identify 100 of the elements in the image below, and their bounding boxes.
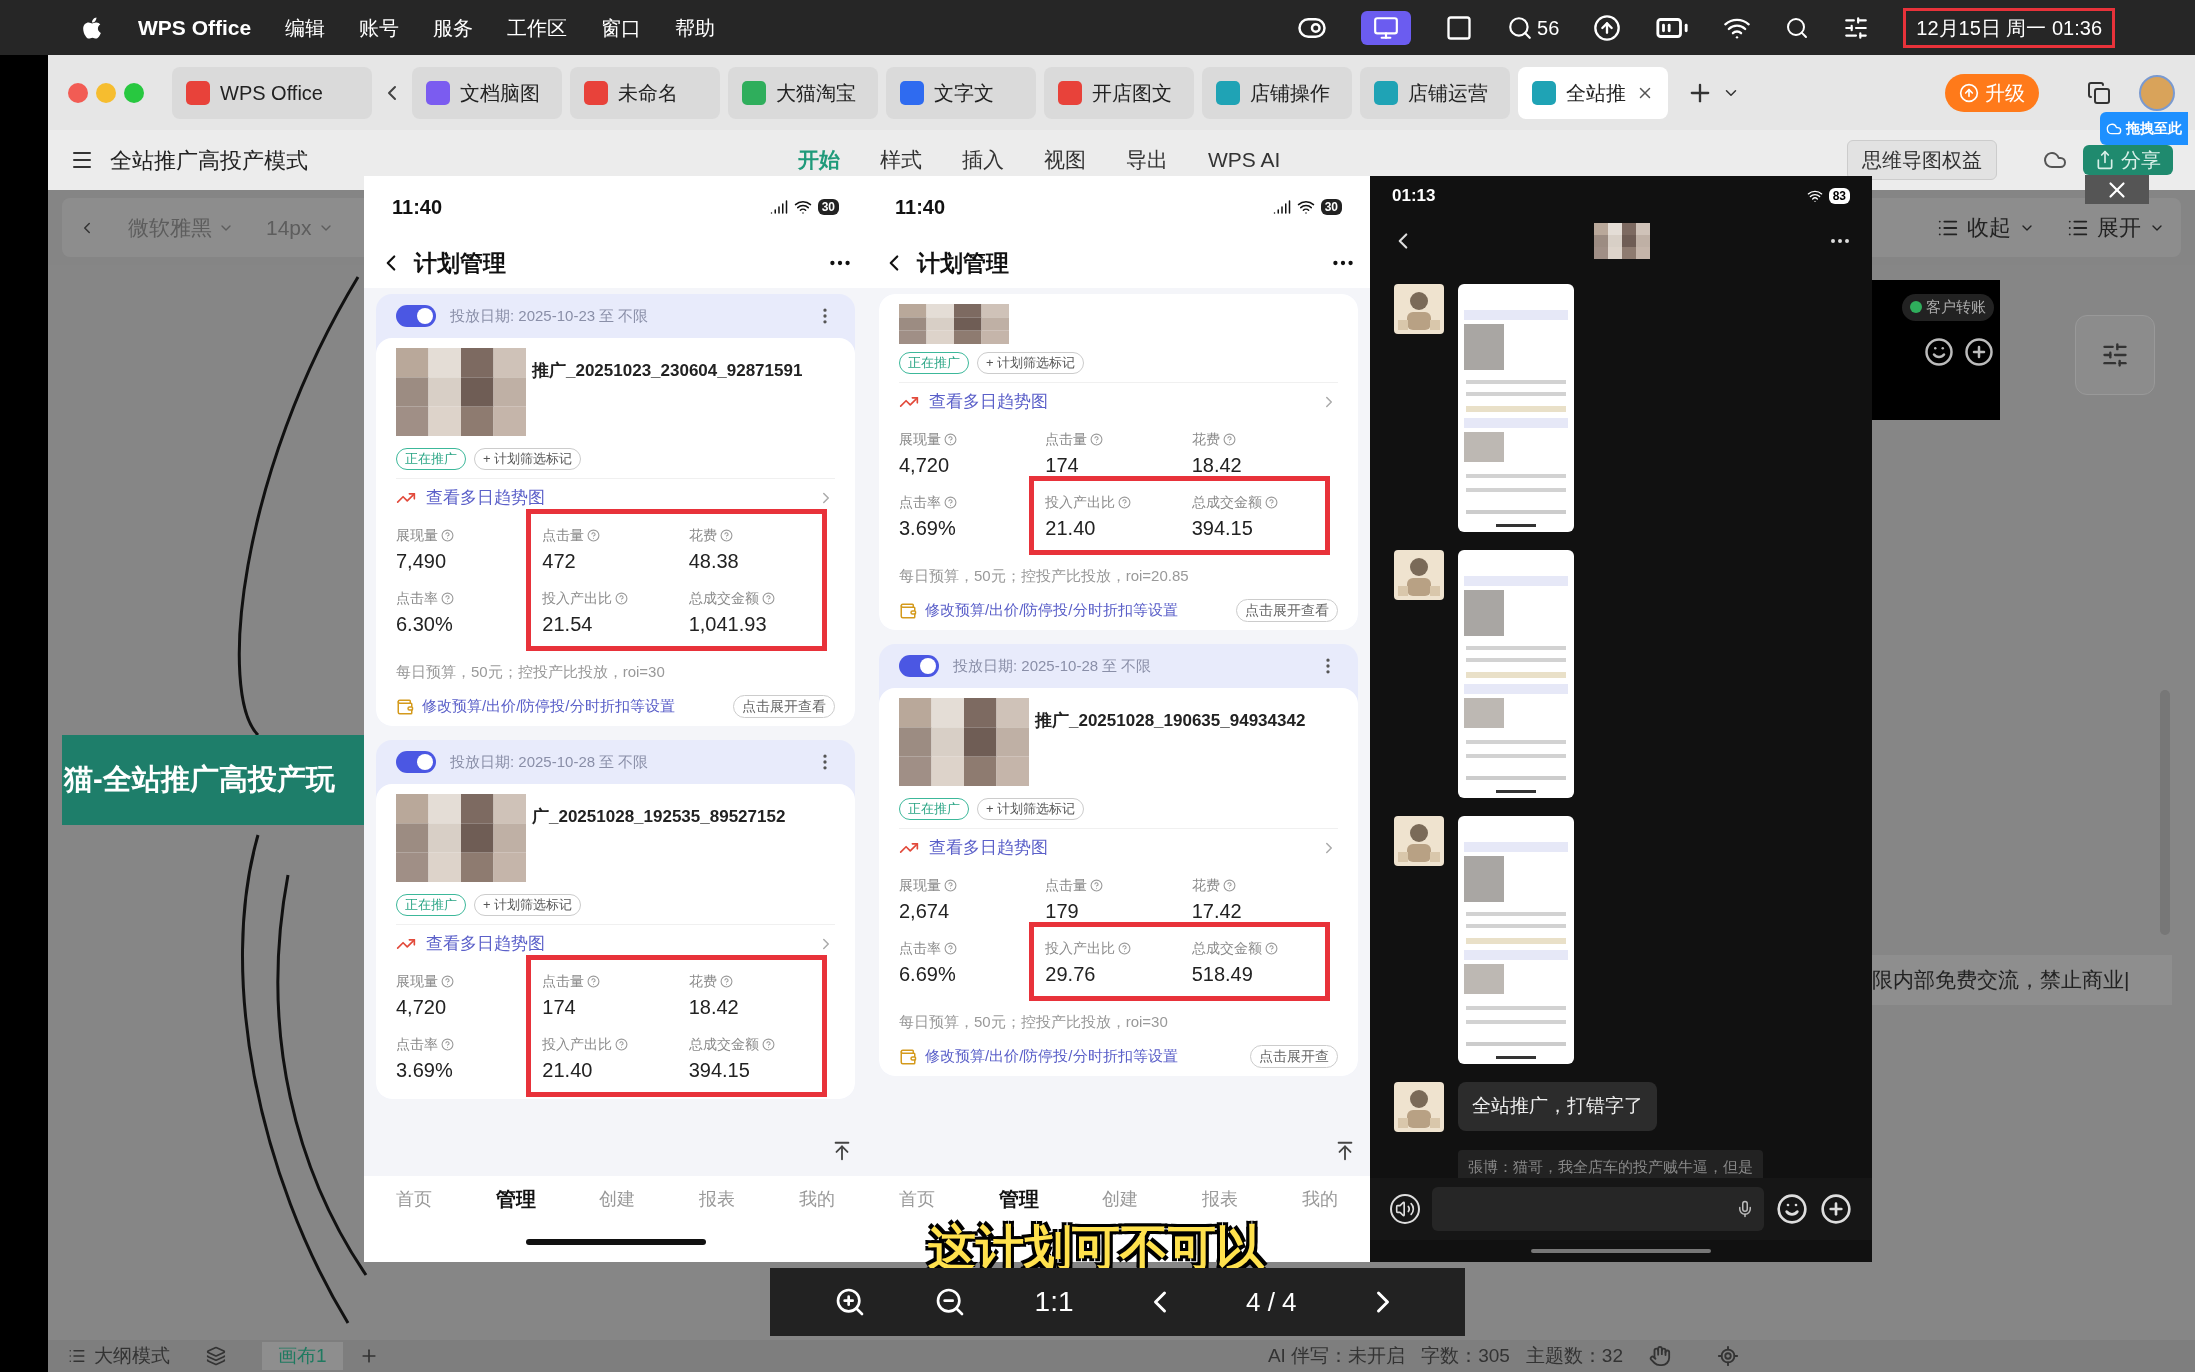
settings-link[interactable]: 修改预算/出价/防停投/分时折扣等设置 (925, 1045, 1242, 1068)
expand-button[interactable]: 展开 (2067, 211, 2165, 244)
toggle-switch[interactable] (396, 751, 436, 773)
metric-label: 花费 (1191, 875, 1220, 895)
metric-label: 点击量 (542, 525, 585, 545)
menu-item[interactable]: 服务 (433, 12, 474, 43)
mic-icon[interactable] (1736, 1200, 1754, 1218)
menu-item[interactable]: 帮助 (675, 12, 716, 43)
help-icon (719, 528, 733, 542)
plus-icon[interactable] (1820, 1193, 1852, 1225)
document-tab[interactable]: 文档脑图 (412, 66, 562, 119)
metric-value: 4,720 (899, 452, 951, 478)
document-tab[interactable]: 全站推 (1518, 66, 1668, 119)
metric-label: 展现量 (396, 525, 438, 545)
metric-label: 点击率 (899, 938, 941, 958)
filter-button[interactable] (2075, 315, 2155, 395)
metric-value: 21.40 (542, 1057, 594, 1083)
word-count: 字数：305 (1421, 1343, 1510, 1368)
wifi-icon (793, 198, 812, 216)
nav-tab[interactable]: 管理 (495, 1184, 536, 1214)
document-tab[interactable]: WPS Office (172, 66, 372, 119)
menu-item[interactable]: 账号 (359, 12, 400, 43)
help-icon (441, 1037, 454, 1051)
search-icon[interactable] (1785, 15, 1810, 40)
emoji-icon[interactable] (1776, 1193, 1808, 1225)
document-tab[interactable]: 文字文 (886, 66, 1036, 119)
metric-value: 2,674 (899, 898, 951, 924)
metric-value: 3.69% (899, 515, 957, 541)
hand-icon[interactable] (1649, 1345, 1671, 1367)
document-tab[interactable]: 未命名 (570, 66, 720, 119)
trend-link[interactable]: 查看多日趋势图 (899, 382, 1338, 415)
badge-count: 56 (1537, 15, 1560, 41)
nav-tab[interactable]: 管理 (998, 1184, 1039, 1214)
plus-icon[interactable] (1964, 336, 1994, 367)
circle-icon[interactable] (1593, 13, 1622, 42)
control-center-icon[interactable] (1843, 14, 1870, 41)
metric-value: 21.40 (1045, 515, 1097, 541)
budget-text: 每日预算，50元；控投产比投放，roi=20.85 (899, 565, 1190, 586)
locate-icon[interactable] (1717, 1345, 1739, 1367)
notice-node[interactable]: 限内部免费交流，禁止商业| (1872, 955, 2172, 1005)
document-tab[interactable]: 开店图文 (1044, 66, 1194, 119)
date-time[interactable]: 12月15日 周一 01:36 (1903, 7, 2115, 48)
metric-label: 点击量 (1045, 429, 1088, 449)
root-node[interactable]: 猫-全站推广高投产玩 (62, 735, 364, 825)
menu-item[interactable]: 工作区 (507, 12, 568, 43)
settings-link[interactable]: 修改预算/出价/防停投/分时折扣等设置 (925, 599, 1228, 622)
help-icon (615, 1037, 629, 1051)
document-tab[interactable]: 店铺操作 (1202, 66, 1352, 119)
metric-label: 展现量 (396, 971, 438, 991)
voice-icon[interactable] (1390, 1194, 1420, 1224)
toggle-switch[interactable] (899, 655, 939, 677)
trend-link[interactable]: 查看多日趋势图 (899, 828, 1338, 861)
window-icon[interactable] (2087, 80, 2111, 105)
help-icon (719, 974, 733, 988)
menu-item[interactable]: 窗口 (601, 12, 642, 43)
transfer-chip[interactable]: 客户转账 (1902, 294, 1994, 321)
metric-label: 点击量 (542, 971, 585, 991)
help-icon (944, 878, 957, 892)
collapse-button[interactable]: 收起 (1937, 211, 2035, 244)
toggle-switch[interactable] (396, 305, 436, 327)
metric-value: 48.38 (688, 548, 740, 574)
metric-label: 点击率 (396, 588, 438, 608)
settings-link[interactable]: 修改预算/出价/防停投/分时折扣等设置 (422, 695, 725, 718)
help-icon (587, 974, 601, 988)
ribbon-tab[interactable]: WPS AI (1196, 144, 1293, 176)
metric-value: 174 (542, 994, 577, 1020)
money-bag-icon (899, 601, 917, 620)
ribbon-tab[interactable]: 导出 (1114, 144, 1180, 176)
apple-icon[interactable] (80, 15, 104, 40)
metric-label: 总成交金额 (1191, 492, 1262, 512)
document-tab[interactable]: 大猫淘宝 (728, 66, 878, 119)
battery-level: 83 (1828, 188, 1850, 204)
trend-link[interactable]: 查看多日趋势图 (396, 924, 835, 957)
help-icon (944, 941, 957, 955)
metric-label: 展现量 (899, 429, 941, 449)
ribbon-tab[interactable]: 插入 (950, 144, 1016, 176)
search-icon[interactable] (1507, 14, 1534, 41)
screen-share-button[interactable] (1361, 10, 1412, 45)
rights-button[interactable]: 思维导图权益 (1847, 140, 1997, 180)
ribbon-tab[interactable]: 样式 (868, 144, 934, 176)
quoted-message: 張博：猫哥，我全店车的投产贼牛逼，但是 (1458, 1150, 1763, 1178)
page-indicator: 4 / 4 (1246, 1285, 1297, 1319)
emoji-icon[interactable] (1924, 336, 1954, 367)
trend-link[interactable]: 查看多日趋势图 (396, 478, 835, 511)
ribbon-tab[interactable]: 视图 (1032, 144, 1098, 176)
metric-label: 投入产出比 (542, 1034, 613, 1054)
layers-icon[interactable] (206, 1346, 226, 1366)
wifi-icon (1296, 198, 1315, 216)
close-viewer-button[interactable] (2085, 175, 2149, 204)
money-bag-icon (899, 1047, 917, 1066)
document-tab[interactable]: 店铺运营 (1360, 66, 1510, 119)
plan-name: 推广_20251028_190635_94934342 (1035, 710, 1306, 732)
help-icon (1090, 878, 1104, 892)
message-input[interactable] (1432, 1187, 1764, 1231)
actual-size-button[interactable]: 1:1 (1034, 1281, 1074, 1323)
app-menu[interactable]: WPS Office (138, 11, 252, 44)
share-button[interactable]: 分享 (2083, 145, 2173, 175)
metric-value: 518.49 (1191, 961, 1254, 987)
help-icon (1264, 941, 1278, 955)
menu-item[interactable]: 编辑 (285, 12, 326, 43)
